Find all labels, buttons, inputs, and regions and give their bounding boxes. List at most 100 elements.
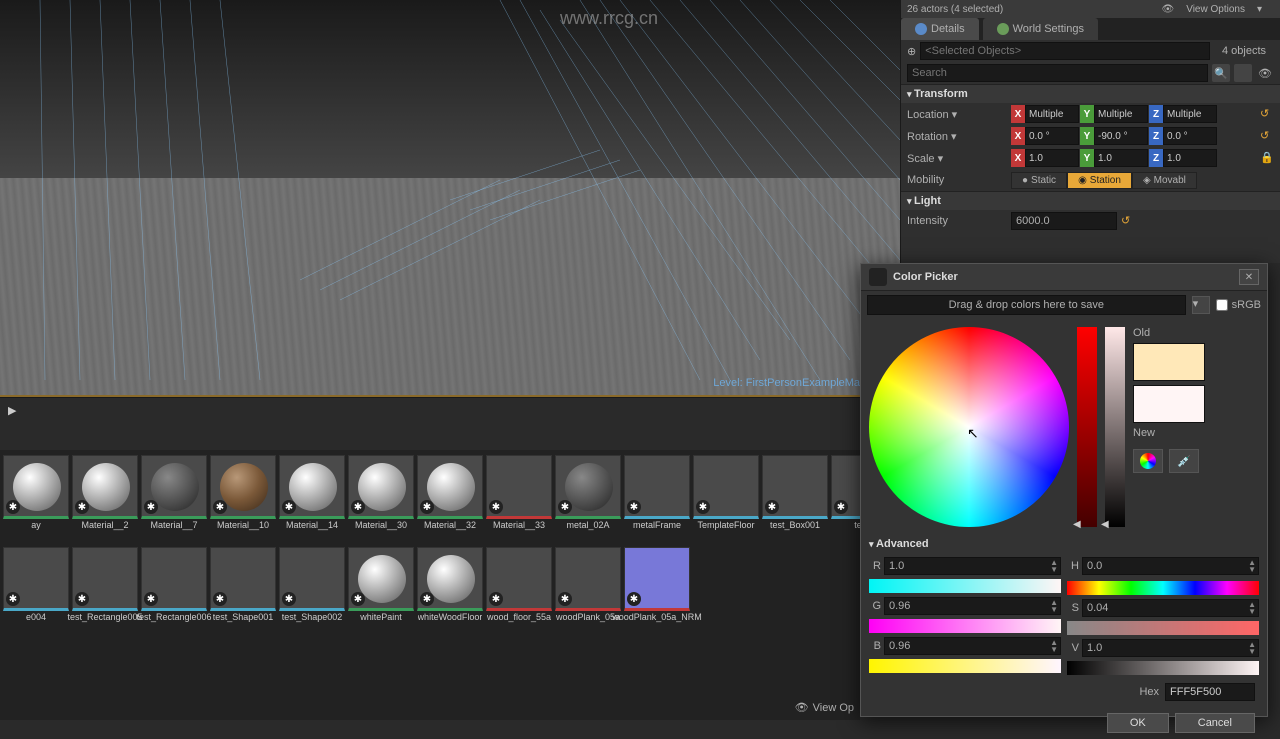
asset-thumbnail: ✱: [693, 455, 759, 519]
rotation-label: Rotation ▾: [907, 130, 1007, 143]
tab-world-settings[interactable]: World Settings: [983, 18, 1098, 40]
asset-item[interactable]: ✱Material__30: [348, 455, 414, 543]
search-input[interactable]: [907, 64, 1208, 82]
asset-item[interactable]: ✱whitePaint: [348, 547, 414, 635]
eyedropper-button[interactable]: 💉: [1169, 449, 1199, 473]
intensity-value[interactable]: 6000.0: [1011, 212, 1117, 230]
asset-thumbnail: ✱: [348, 455, 414, 519]
asset-item[interactable]: ✱test_Shape002: [279, 547, 345, 635]
asset-item[interactable]: ✱wood_floor_55a: [486, 547, 552, 635]
asset-item[interactable]: ✱test_Shape001: [210, 547, 276, 635]
cancel-button[interactable]: Cancel: [1175, 713, 1255, 733]
asset-item[interactable]: ✱TemplateFloor: [693, 455, 759, 543]
ok-button[interactable]: OK: [1107, 713, 1169, 733]
asset-item[interactable]: ✱e004: [3, 547, 69, 635]
old-color-swatch[interactable]: [1133, 343, 1205, 381]
g-gradient[interactable]: [869, 619, 1061, 633]
grid-view-icon[interactable]: [1234, 64, 1252, 82]
section-light[interactable]: Light: [901, 191, 1280, 210]
g-input[interactable]: 0.96▲▼: [884, 597, 1061, 615]
lock-icon[interactable]: 🔒: [1260, 151, 1274, 165]
view-options-bottom[interactable]: 👁 View Op: [795, 701, 854, 714]
details-panel: 26 actors (4 selected) 👁 View Options▾ D…: [900, 0, 1280, 263]
outliner-header: 26 actors (4 selected) 👁 View Options▾: [901, 0, 1280, 18]
play-icon[interactable]: ▶: [8, 404, 16, 417]
star-icon: ✱: [144, 592, 158, 606]
r-input[interactable]: 1.0▲▼: [884, 557, 1061, 575]
reset-icon[interactable]: ↺: [1260, 107, 1274, 121]
reset-icon[interactable]: ↺: [1260, 129, 1274, 143]
s-gradient[interactable]: [1067, 621, 1259, 635]
star-icon: ✱: [282, 500, 296, 514]
rotation-z[interactable]: 0.0 °: [1163, 127, 1217, 145]
v-input[interactable]: 1.0▲▼: [1082, 639, 1259, 657]
color-wheel[interactable]: ↖: [869, 327, 1069, 527]
asset-item[interactable]: ✱test_: [831, 455, 860, 543]
picker-icon[interactable]: ⊕: [907, 45, 916, 58]
value-slider[interactable]: ◀: [1105, 327, 1125, 527]
asset-thumbnail: ✱: [72, 455, 138, 519]
scale-y[interactable]: 1.0: [1094, 149, 1148, 167]
asset-item[interactable]: ✱Material__10: [210, 455, 276, 543]
scale-z[interactable]: 1.0: [1163, 149, 1217, 167]
h-input[interactable]: 0.0▲▼: [1082, 557, 1259, 575]
asset-item[interactable]: ✱whiteWoodFloor: [417, 547, 483, 635]
asset-item[interactable]: ✱Material__7: [141, 455, 207, 543]
location-z[interactable]: Multiple: [1163, 105, 1217, 123]
reset-icon[interactable]: ↺: [1121, 214, 1135, 228]
view-options[interactable]: View Options: [1186, 4, 1245, 15]
b-input[interactable]: 0.96▲▼: [884, 637, 1061, 655]
srgb-checkbox[interactable]: [1216, 299, 1228, 311]
asset-item[interactable]: ✱test_Rectangle006: [141, 547, 207, 635]
advanced-section[interactable]: Advanced: [861, 535, 1267, 553]
asset-name: whitePaint: [360, 613, 402, 635]
y-tag: Y: [1080, 127, 1094, 145]
asset-item[interactable]: ✱Material__14: [279, 455, 345, 543]
hue-slider[interactable]: ◀: [1077, 327, 1097, 527]
asset-item[interactable]: ✱metal_02A: [555, 455, 621, 543]
asset-item[interactable]: ✱test_Rectangle005: [72, 547, 138, 635]
rotation-y[interactable]: -90.0 °: [1094, 127, 1148, 145]
s-input[interactable]: 0.04▲▼: [1082, 599, 1259, 617]
search-icon[interactable]: 🔍: [1212, 64, 1230, 82]
mobility-static[interactable]: ● Static: [1011, 172, 1067, 189]
asset-thumbnail: ✱: [279, 547, 345, 611]
mobility-movable[interactable]: ◈ Movabl: [1132, 172, 1197, 189]
location-y[interactable]: Multiple: [1094, 105, 1148, 123]
location-x[interactable]: Multiple: [1025, 105, 1079, 123]
asset-item[interactable]: ✱metalFrame: [624, 455, 690, 543]
viewport-3d[interactable]: Level: FirstPersonExampleMap (Per: [0, 0, 900, 397]
star-icon: ✱: [75, 500, 89, 514]
rotation-x[interactable]: 0.0 °: [1025, 127, 1079, 145]
star-icon: ✱: [420, 592, 434, 606]
new-color-swatch[interactable]: [1133, 385, 1205, 423]
hex-input[interactable]: [1165, 683, 1255, 701]
eye-icon[interactable]: 👁: [1256, 64, 1274, 82]
star-icon: ✱: [213, 592, 227, 606]
selected-objects-field[interactable]: [920, 42, 1210, 60]
asset-item[interactable]: ✱woodPlank_05a_NRM: [624, 547, 690, 635]
mobility-stationary[interactable]: ◉ Station: [1067, 172, 1132, 189]
asset-item[interactable]: ✱Material__2: [72, 455, 138, 543]
z-tag: Z: [1149, 127, 1163, 145]
scale-x[interactable]: 1.0: [1025, 149, 1079, 167]
asset-name: Material__30: [355, 521, 407, 543]
h-gradient[interactable]: [1067, 581, 1259, 595]
r-gradient[interactable]: [869, 579, 1061, 593]
tab-details[interactable]: Details: [901, 18, 979, 40]
color-wheel-button[interactable]: [1133, 449, 1163, 473]
asset-item[interactable]: ✱test_Box001: [762, 455, 828, 543]
asset-item[interactable]: ✱woodPlank_05a: [555, 547, 621, 635]
section-transform[interactable]: Transform: [901, 84, 1280, 103]
dropdown-icon[interactable]: ▾: [1192, 296, 1210, 314]
asset-item[interactable]: ✱Material__33: [486, 455, 552, 543]
close-button[interactable]: ✕: [1239, 269, 1259, 285]
x-tag: X: [1011, 149, 1025, 167]
color-drop-area[interactable]: Drag & drop colors here to save: [867, 295, 1186, 315]
actors-count: 26 actors (4 selected): [907, 4, 1003, 15]
asset-name: Material__33: [493, 521, 545, 543]
asset-item[interactable]: ✱Material__32: [417, 455, 483, 543]
v-gradient[interactable]: [1067, 661, 1259, 675]
asset-item[interactable]: ✱ay: [3, 455, 69, 543]
b-gradient[interactable]: [869, 659, 1061, 673]
